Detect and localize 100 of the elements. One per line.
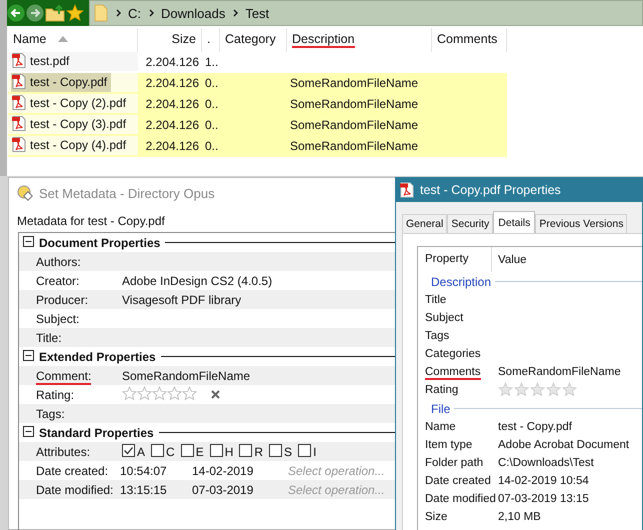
pdf-file-icon (12, 95, 26, 110)
attribute-checkbox[interactable]: S (269, 444, 292, 459)
star-icon (137, 386, 152, 401)
property-value: SomeRandomFileName (498, 366, 621, 378)
field-label: Subject: (36, 312, 80, 328)
clear-icon[interactable] (211, 390, 220, 399)
field-label: Title: (36, 330, 62, 346)
date-value[interactable]: 07-03-2019 (192, 482, 288, 496)
file-row[interactable]: test - Copy (3).pdf 2.204.126 0.. SomeRandomFileName (8, 115, 507, 136)
star-icon (546, 382, 561, 396)
time-value[interactable]: 10:54:07 (120, 464, 192, 478)
time-value[interactable]: 13:15:15 (120, 482, 192, 496)
file-row[interactable]: test.pdf 2.204.126 1.. (8, 52, 507, 73)
window-title: test - Copy.pdf Properties (420, 183, 561, 197)
chevron-icon (233, 9, 240, 17)
column-header[interactable]: . (202, 28, 220, 52)
property-name: Rating (425, 384, 458, 398)
breadcrumb-item[interactable]: C: (128, 6, 141, 20)
star-icon (182, 386, 197, 401)
file-row[interactable]: test - Copy (4).pdf 2.204.126 0.. SomeRandomFileName (8, 136, 507, 157)
column-header[interactable]: Description (287, 28, 432, 52)
star-icon (122, 386, 137, 401)
tab[interactable]: Details (493, 211, 536, 233)
folder-up-icon[interactable] (45, 4, 65, 22)
property-name: Tags (425, 330, 450, 344)
tab[interactable]: General (402, 214, 448, 233)
table-cell: 2.204.126 (146, 54, 199, 68)
property-value: test - Copy.pdf (498, 421, 572, 433)
property-name: Date modified (425, 493, 496, 507)
star-icon (498, 382, 513, 396)
property-name: Folder path (425, 457, 484, 471)
pdf-file-icon (12, 74, 26, 89)
property-value: 14-02-2019 10:54 (498, 475, 589, 487)
file-row[interactable]: test - Copy.pdf 2.204.126 0.. SomeRandomFileName (8, 73, 507, 94)
table-cell: 2.204.126 (146, 138, 199, 152)
table-cell: 1.. (205, 54, 218, 68)
table-cell: 0.. (205, 118, 218, 132)
field-label: Tags: (36, 406, 65, 422)
star-icon (514, 382, 529, 396)
path-bar[interactable]: C: Downloads Test (89, 0, 643, 26)
star-icon (167, 386, 182, 401)
dialog-subtitle: Metadata for test - Copy.pdf (16, 213, 166, 228)
group-header: Description (431, 274, 492, 288)
property-name: Name (425, 421, 456, 435)
collapse-icon[interactable] (23, 426, 34, 439)
back-icon[interactable] (7, 4, 25, 22)
group-header: File (431, 402, 450, 416)
column-header[interactable]: Category (220, 28, 287, 52)
table-cell: 2.204.126 (146, 96, 199, 110)
metadata-icon (17, 185, 33, 201)
column-header[interactable]: Value (492, 254, 527, 266)
pdf-file-icon (12, 116, 26, 131)
table-cell: SomeRandomFileName (290, 76, 418, 90)
table-cell: SomeRandomFileName (290, 118, 418, 132)
property-name: Categories (425, 348, 481, 362)
section-title: Document Properties (39, 236, 160, 250)
collapse-icon[interactable] (23, 236, 34, 249)
column-header[interactable]: Size (138, 28, 202, 52)
property-name: Item type (425, 439, 472, 453)
file-row[interactable]: test - Copy (2).pdf 2.204.126 0.. SomeRandomFileName (8, 94, 507, 115)
field-label: Authors: (36, 254, 81, 270)
table-cell: SomeRandomFileName (290, 138, 418, 152)
attribute-checkbox[interactable]: H (210, 444, 234, 459)
folder-icon (94, 4, 108, 22)
property-name: Subject (425, 312, 464, 326)
tab[interactable]: Previous Versions (535, 214, 628, 233)
attribute-checkbox[interactable]: A (122, 444, 146, 459)
star-rating[interactable] (498, 382, 577, 398)
field-value[interactable]: Adobe InDesign CS2 (4.0.5) (122, 274, 272, 288)
table-cell: 2.204.126 (146, 118, 199, 132)
field-value[interactable]: SomeRandomFileName (122, 368, 250, 382)
property-name: Title (425, 294, 446, 308)
breadcrumb-item[interactable]: Downloads (161, 6, 226, 20)
date-value[interactable]: 14-02-2019 (192, 464, 288, 478)
property-value: 2,10 MB (498, 511, 541, 523)
table-cell: 0.. (205, 96, 218, 110)
breadcrumb-item[interactable]: Test (245, 6, 270, 20)
column-header[interactable]: Property (425, 247, 492, 272)
star-icon[interactable] (66, 4, 84, 22)
tab[interactable]: Security (447, 214, 494, 233)
property-name: Comments (425, 366, 481, 380)
field-label: Rating: (36, 388, 74, 404)
attribute-checkbox[interactable]: C (151, 444, 175, 459)
collapse-icon[interactable] (23, 350, 34, 363)
file-name[interactable]: test - Copy.pdf (11, 73, 112, 92)
forward-icon[interactable] (26, 4, 44, 22)
window-title: Set Metadata - Directory Opus (39, 186, 215, 200)
pdf-file-icon (12, 53, 26, 68)
table-cell: SomeRandomFileName (290, 96, 418, 110)
attribute-checkbox[interactable]: E (180, 444, 204, 459)
star-rating[interactable] (122, 386, 197, 403)
attribute-checkbox[interactable]: R (239, 444, 264, 459)
column-header[interactable]: Comments (432, 28, 507, 52)
field-value[interactable]: Visagesoft PDF library (122, 292, 242, 306)
pdf-file-icon (12, 137, 26, 152)
field-label: Date modified: (36, 482, 114, 498)
property-name: Size (425, 511, 448, 525)
chevron-icon (149, 9, 155, 17)
star-icon (152, 386, 167, 401)
property-value: C:\Downloads\Test (498, 457, 594, 469)
